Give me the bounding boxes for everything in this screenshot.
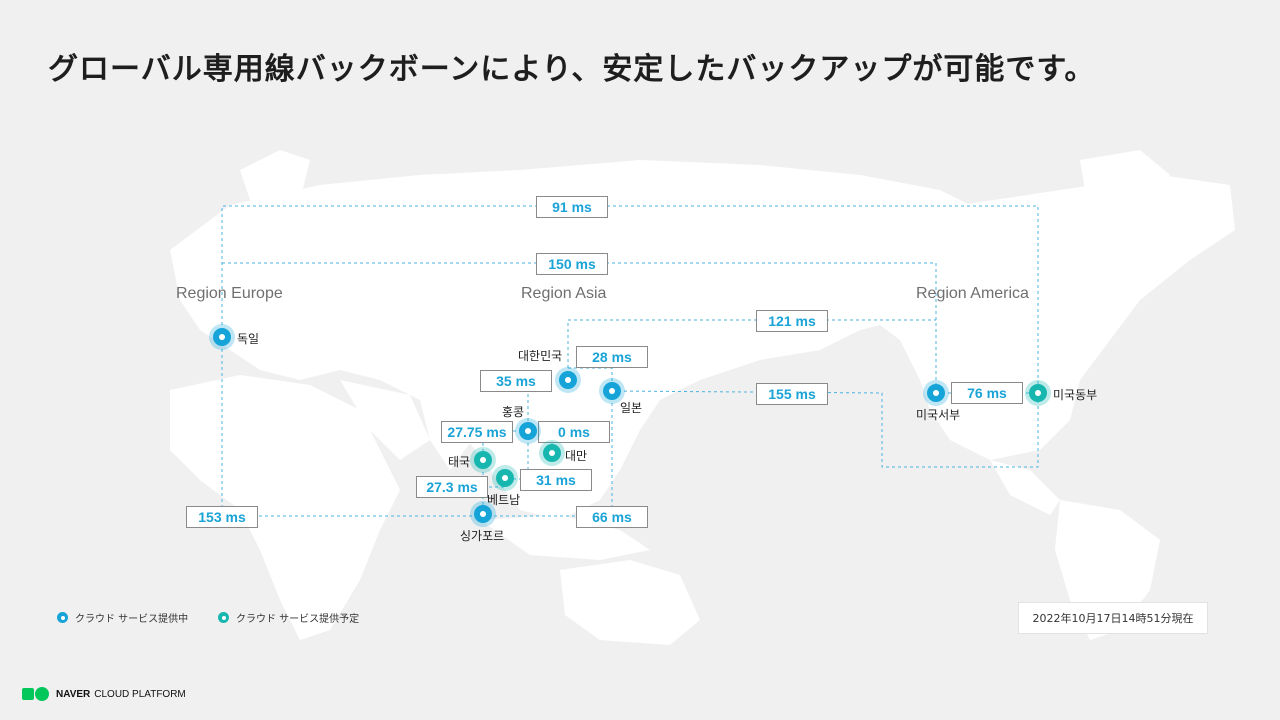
node-hongkong (519, 422, 537, 440)
node-us-west (927, 384, 945, 402)
region-america-label: Region America (916, 285, 1029, 302)
city-vietnam-label: 베트남 (487, 493, 521, 507)
timestamp-badge: 2022年10月17日14時51分現在 (1018, 602, 1208, 634)
active-dot-icon (57, 612, 68, 623)
latency-japan-singapore: 66 ms (576, 506, 648, 528)
city-hongkong-label: 홍콩 (502, 405, 525, 419)
legend-planned-label: クラウド サービス提供予定 (236, 614, 360, 625)
node-korea (559, 371, 577, 389)
latency-europe-singapore: 153 ms (186, 506, 258, 528)
city-taiwan-label: 대만 (565, 449, 588, 463)
city-thailand-label: 태국 (448, 455, 471, 469)
region-europe-label: Region Europe (176, 285, 283, 302)
latency-korea-hongkong: 35 ms (480, 370, 552, 392)
latency-hongkong-vietnam: 31 ms (520, 469, 592, 491)
latency-uswest-useast: 76 ms (951, 382, 1023, 404)
city-korea-label: 대한민국 (518, 349, 563, 363)
latency-europe-asia: 150 ms (536, 253, 608, 275)
footer-logo: NAVER CLOUD PLATFORM (22, 687, 186, 701)
node-singapore (474, 505, 492, 523)
legend-planned: クラウド サービス提供予定 (218, 610, 359, 625)
node-germany (213, 328, 231, 346)
legend-active: クラウド サービス提供中 (57, 610, 188, 625)
node-taiwan (543, 444, 561, 462)
latency-hongkong-taiwan: 0 ms (538, 421, 610, 443)
planned-dot-icon (218, 612, 229, 623)
node-thailand (474, 451, 492, 469)
latency-korea-uswest: 121 ms (756, 310, 828, 332)
city-japan-label: 일본 (620, 401, 643, 415)
product-name: CLOUD PLATFORM (94, 688, 186, 700)
latency-korea-japan: 28 ms (576, 346, 648, 368)
latency-thailand-vietnam: 27.3 ms (416, 476, 488, 498)
node-us-east (1029, 384, 1047, 402)
region-asia-label: Region Asia (521, 285, 607, 302)
city-germany-label: 독일 (237, 332, 260, 346)
city-us-west-label: 미국서부 (916, 408, 961, 422)
node-vietnam (496, 469, 514, 487)
naver-logo-icon (22, 687, 49, 701)
city-singapore-label: 싱가포르 (460, 529, 505, 543)
brand-name: NAVER (56, 688, 91, 700)
legend-active-label: クラウド サービス提供中 (75, 614, 189, 625)
latency-europe-america: 91 ms (536, 196, 608, 218)
city-us-east-label: 미국동부 (1053, 388, 1098, 402)
latency-hongkong-thailand: 27.75 ms (441, 421, 513, 443)
latency-japan-america: 155 ms (756, 383, 828, 405)
node-japan (603, 382, 621, 400)
